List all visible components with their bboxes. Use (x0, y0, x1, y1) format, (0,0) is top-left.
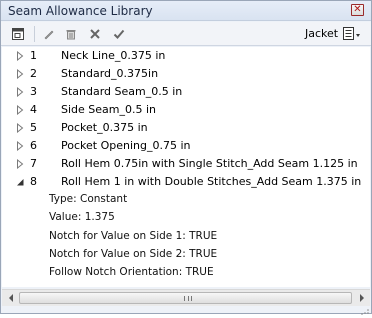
close-x-icon[interactable] (88, 27, 102, 41)
list-item[interactable]: 4 Side Seam_0.5 in (2, 101, 370, 119)
scrollbar-track[interactable] (19, 292, 353, 304)
resize-grip-icon[interactable] (361, 305, 369, 315)
toolbar: Jacket (1, 22, 371, 46)
collapsed-arrow-icon[interactable] (16, 86, 25, 98)
collapsed-arrow-icon[interactable] (16, 122, 25, 134)
library-filter-label[interactable]: Jacket (305, 27, 338, 40)
item-name: Standard Seam_0.5 in (61, 85, 183, 98)
item-number: 1 (30, 49, 37, 62)
list-item[interactable]: 5 Pocket_0.375 in (2, 119, 370, 137)
detail-type: Type: Constant (49, 193, 128, 205)
edit-pencil-icon[interactable] (42, 27, 56, 41)
close-icon: ✕ (353, 4, 362, 15)
list-item[interactable]: 2 Standard_0.375in (2, 65, 370, 83)
collapsed-arrow-icon[interactable] (16, 140, 25, 152)
item-name: Standard_0.375in (61, 67, 159, 80)
list-item[interactable]: 3 Standard Seam_0.5 in (2, 83, 370, 101)
detail-notch-side-1: Notch for Value on Side 1: TRUE (49, 230, 218, 242)
item-number: 5 (30, 121, 37, 134)
item-name: Pocket Opening_0.75 in (61, 139, 191, 152)
new-window-icon[interactable] (11, 27, 25, 41)
item-name: Pocket_0.375 in (61, 121, 148, 134)
list-item[interactable]: 7 Roll Hem 0.75in with Single Stitch_Add… (2, 155, 370, 173)
expanded-arrow-icon[interactable] (16, 177, 25, 187)
toolbar-separator (34, 26, 35, 42)
item-number: 6 (30, 139, 37, 152)
item-number: 7 (30, 157, 37, 170)
detail-notch-side-2: Notch for Value on Side 2: TRUE (49, 248, 218, 260)
list-item-expanded[interactable]: 8 Roll Hem 1 in with Double Stitches_Add… (2, 173, 370, 191)
list-item[interactable]: 6 Pocket Opening_0.75 in (2, 137, 370, 155)
grip-icon (184, 296, 192, 301)
list-item[interactable]: 1 Neck Line_0.375 in (2, 47, 370, 65)
checkmark-icon[interactable] (112, 27, 126, 41)
item-number: 8 (30, 175, 37, 188)
scroll-left-arrow-icon[interactable] (2, 290, 19, 306)
item-name: Side Seam_0.5 in (61, 103, 157, 116)
detail-follow-notch: Follow Notch Orientation: TRUE (49, 266, 214, 278)
list-menu-icon[interactable] (343, 27, 363, 41)
collapsed-arrow-icon[interactable] (16, 104, 25, 116)
collapsed-arrow-icon[interactable] (16, 158, 25, 170)
item-number: 3 (30, 85, 37, 98)
item-name: Roll Hem 0.75in with Single Stitch_Add S… (61, 157, 358, 170)
collapsed-arrow-icon[interactable] (16, 50, 25, 62)
title-bar[interactable]: Seam Allowance Library ✕ (1, 1, 371, 21)
item-name: Neck Line_0.375 in (61, 49, 166, 62)
seam-allowance-list: 1 Neck Line_0.375 in 2 Standard_0.375in … (2, 47, 370, 287)
collapsed-arrow-icon[interactable] (16, 68, 25, 80)
window-title: Seam Allowance Library (8, 4, 153, 18)
item-number: 2 (30, 67, 37, 80)
detail-value: Value: 1.375 (49, 211, 115, 223)
horizontal-scrollbar[interactable] (2, 289, 370, 306)
trash-icon[interactable] (64, 27, 78, 41)
item-name: Roll Hem 1 in with Double Stitches_Add S… (61, 175, 362, 188)
scroll-right-arrow-icon[interactable] (353, 290, 370, 306)
close-window-button[interactable]: ✕ (351, 4, 364, 16)
scrollbar-thumb[interactable] (19, 292, 352, 304)
item-number: 4 (30, 103, 37, 116)
library-window: Seam Allowance Library ✕ Jacket 1 Neck L… (0, 0, 372, 315)
